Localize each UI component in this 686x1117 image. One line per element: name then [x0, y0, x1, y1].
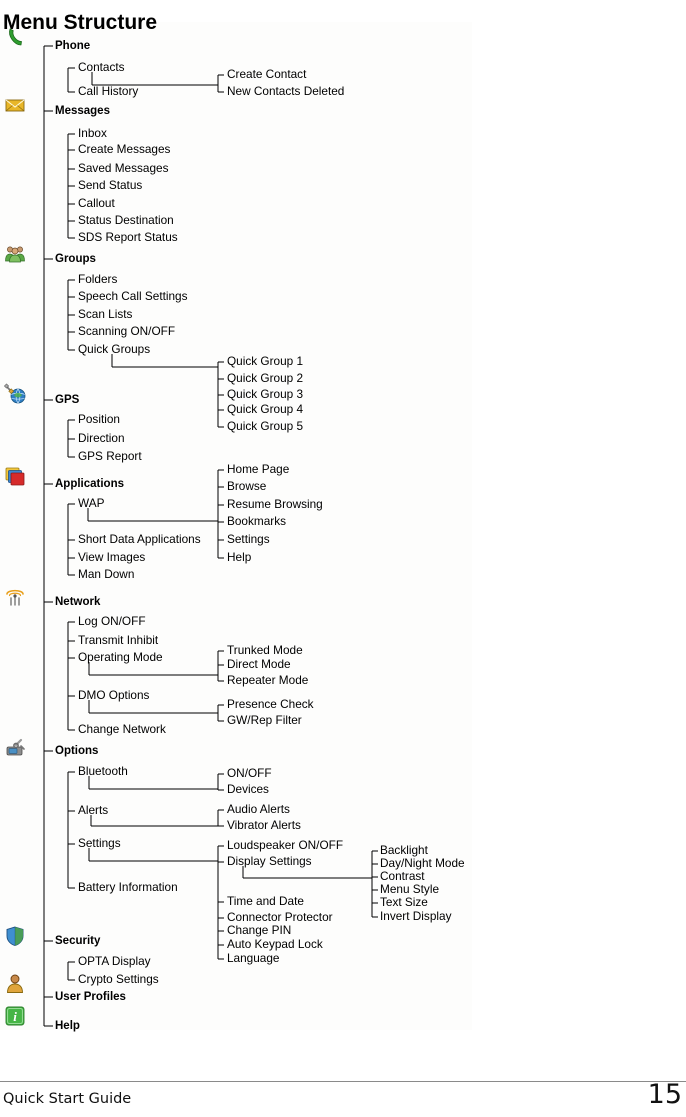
- messages-icon: [4, 94, 26, 116]
- document-page: Menu Structure Phone Messages Groups GPS App…: [0, 0, 686, 1117]
- help-icon: i: [4, 1005, 26, 1027]
- phone-icon: [4, 26, 26, 48]
- menu-icon-column: i: [0, 0, 686, 1035]
- groups-icon: [4, 243, 26, 265]
- footer-divider: [0, 1081, 686, 1082]
- network-icon: [4, 586, 26, 608]
- options-icon: [4, 736, 26, 758]
- security-icon: [4, 925, 26, 947]
- footer-guide-label: Quick Start Guide: [3, 1091, 132, 1107]
- gps-icon: [3, 383, 26, 405]
- svg-text:i: i: [13, 1009, 17, 1024]
- applications-icon: [4, 465, 26, 487]
- footer-page-number: 15: [647, 1079, 682, 1110]
- user-profiles-icon: [4, 972, 26, 994]
